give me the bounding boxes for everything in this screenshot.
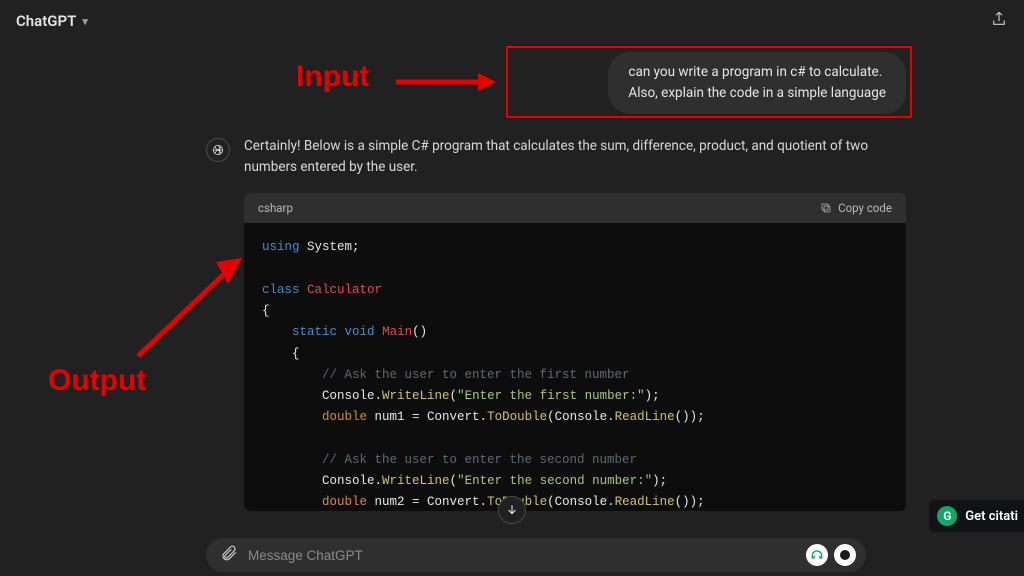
- assistant-message-row: Certainly! Below is a simple C# program …: [206, 136, 906, 512]
- scroll-to-bottom-button[interactable]: [498, 496, 526, 524]
- user-line-2: Also, explain the code in a simple langu…: [628, 85, 886, 101]
- code-language-label: csharp: [258, 199, 293, 217]
- copy-code-label: Copy code: [838, 199, 892, 217]
- share-button[interactable]: [990, 10, 1008, 32]
- assistant-intro-text: Certainly! Below is a simple C# program …: [244, 136, 906, 179]
- code-block-header: csharp Copy code: [244, 193, 906, 223]
- annotation-output-label: Output: [48, 364, 146, 398]
- stage: Input Output can you write a program in …: [0, 34, 1024, 576]
- assistant-body: Certainly! Below is a simple C# program …: [244, 136, 906, 512]
- chevron-down-icon: ▾: [82, 15, 88, 28]
- user-message-row: can you write a program in c# to calcula…: [206, 52, 906, 114]
- copy-code-button[interactable]: Copy code: [820, 199, 892, 217]
- grammarly-label: Get citati: [965, 509, 1018, 524]
- code-block: csharp Copy code using System; class Cal…: [244, 193, 906, 511]
- composer-right: [806, 544, 856, 566]
- assistant-avatar: [206, 138, 230, 162]
- message-composer: [206, 538, 866, 572]
- grammarly-overlay[interactable]: G Get citati: [929, 500, 1024, 532]
- conversation: can you write a program in c# to calcula…: [206, 34, 906, 511]
- brand-label: ChatGPT: [16, 12, 76, 30]
- headset-button[interactable]: [806, 544, 828, 566]
- user-message-bubble: can you write a program in c# to calcula…: [608, 52, 906, 114]
- model-picker[interactable]: ChatGPT ▾: [16, 12, 88, 30]
- top-bar: ChatGPT ▾: [0, 0, 1024, 34]
- send-button[interactable]: [834, 544, 856, 566]
- user-line-1: can you write a program in c# to calcula…: [628, 64, 882, 80]
- grammarly-icon: G: [937, 506, 957, 526]
- code-body: using System; class Calculator { static …: [244, 223, 906, 511]
- attach-icon[interactable]: [220, 544, 238, 566]
- message-input[interactable]: [248, 548, 796, 563]
